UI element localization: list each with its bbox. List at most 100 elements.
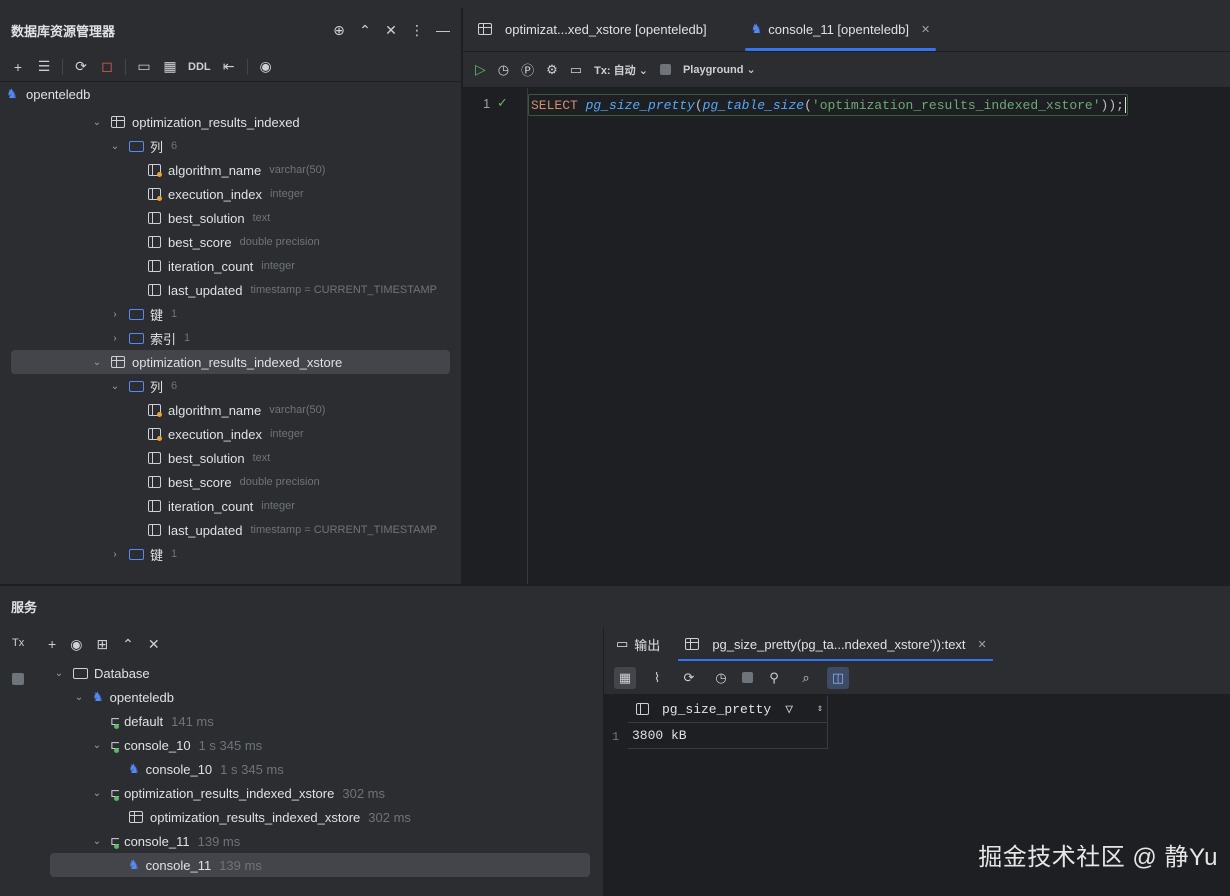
tree-session[interactable]: ⌄ ⊏ optimization_results_indexed_xstore … — [90, 781, 385, 805]
tree-column[interactable]: algorithm_name varchar(50) — [146, 398, 325, 422]
chevron-down-icon[interactable]: ⌄ — [108, 141, 122, 152]
table-view-icon[interactable]: ▦ — [162, 58, 178, 75]
column-name: best_score — [168, 474, 232, 490]
column-header[interactable]: pg_size_pretty ▽ ⇕ — [628, 696, 828, 723]
data-source-icon[interactable]: ☰ — [36, 58, 52, 75]
chart-view-icon[interactable]: ⌇ — [646, 667, 668, 689]
chevron-right-icon[interactable]: › — [108, 309, 122, 320]
tx-mode-dropdown[interactable]: Tx: 自动 ⌄ — [594, 62, 648, 78]
console-icon[interactable]: ▭ — [136, 58, 152, 75]
sql-punctuation: )); — [1100, 97, 1124, 113]
chevron-down-icon[interactable]: ⌄ — [90, 740, 104, 751]
chevron-right-icon[interactable]: › — [108, 333, 122, 344]
tab-label: optimizat...xed_xstore [openteledb] — [505, 21, 707, 37]
run-icon[interactable]: ▷ — [475, 61, 486, 78]
tab-label: pg_size_pretty(pg_ta...ndexed_xstore')):… — [712, 636, 966, 652]
refresh-icon[interactable]: ⟳ — [678, 667, 700, 689]
column-icon — [147, 236, 161, 248]
tree-database[interactable]: ⌄ Database — [52, 661, 150, 685]
tree-connection[interactable]: ⌄ ♞ openteledb — [72, 685, 174, 709]
tree-column[interactable]: execution_index integer — [146, 182, 304, 206]
minimize-icon[interactable]: — — [436, 22, 450, 38]
add-icon[interactable]: + — [10, 59, 26, 75]
target-icon[interactable]: ⊕ — [332, 22, 346, 39]
sort-icon[interactable]: ⇕ — [817, 703, 823, 715]
tree-folder-columns[interactable]: ⌄ 列 6 — [108, 134, 177, 158]
explorer-title: 数据库资源管理器 — [11, 23, 116, 39]
tree-folder-keys[interactable]: › 键 1 — [108, 542, 177, 566]
tree-table-optimization-results-indexed-xstore[interactable]: ⌄ optimization_results_indexed_xstore — [11, 350, 450, 374]
tree-column[interactable]: best_solution text — [146, 446, 270, 470]
tree-column[interactable]: best_score double precision — [146, 470, 320, 494]
collapse-all-icon[interactable]: ✕ — [148, 636, 160, 653]
expand-all-icon[interactable]: ⌃ — [122, 636, 134, 653]
gear-icon[interactable]: ⚙ — [546, 62, 558, 78]
grid-view-icon[interactable]: ▦ — [614, 666, 636, 689]
filter-icon[interactable]: ▽ — [785, 702, 793, 717]
stop-icon[interactable] — [659, 64, 671, 75]
chevron-right-icon[interactable]: › — [108, 549, 122, 560]
stop-icon[interactable] — [12, 673, 24, 685]
tree-table-optimization-results-indexed[interactable]: ⌄ optimization_results_indexed — [90, 110, 300, 134]
ddl-button[interactable]: DDL — [188, 61, 211, 73]
history-icon[interactable]: ◷ — [498, 62, 509, 78]
tree-table[interactable]: optimization_results_indexed_xstore 302 … — [128, 805, 411, 829]
tree-session[interactable]: ⌄ ⊏ console_11 139 ms — [90, 829, 240, 853]
column-icon — [147, 524, 161, 536]
tab-optimization-xstore[interactable]: optimizat...xed_xstore [openteledb] — [463, 7, 721, 51]
tree-console-selected[interactable]: ♞ console_11 139 ms — [50, 853, 590, 877]
expand-all-icon[interactable]: ⌃ — [358, 22, 372, 39]
tree-folder-indexes[interactable]: › 索引 1 — [108, 326, 190, 350]
sql-code-line[interactable]: SELECT pg_size_pretty(pg_table_size('opt… — [528, 94, 1128, 116]
tree-column[interactable]: best_solution text — [146, 206, 270, 230]
toolbar-separator — [62, 58, 63, 75]
tree-column[interactable]: iteration_count integer — [146, 494, 295, 518]
chevron-down-icon[interactable]: ⌄ — [90, 117, 104, 128]
duration: 1 s 345 ms — [220, 761, 284, 777]
tree-label: console_11 — [145, 857, 212, 873]
eye-icon[interactable]: ◉ — [258, 58, 274, 75]
tree-column[interactable]: last_updated timestamp = CURRENT_TIMESTA… — [146, 278, 437, 302]
chevron-down-icon[interactable]: ⌄ — [90, 357, 104, 368]
column-name: algorithm_name — [168, 402, 262, 418]
eye-icon[interactable]: ◉ — [70, 636, 82, 653]
history-icon[interactable]: ◷ — [710, 667, 732, 689]
tab-console-11[interactable]: ♞ console_11 [openteledb] ✕ — [737, 7, 945, 51]
tx-badge[interactable]: Tx — [12, 637, 24, 649]
chevron-down-icon[interactable]: ⌄ — [108, 381, 122, 392]
more-options-icon[interactable]: ⋮ — [410, 22, 424, 39]
tree-root-openteledb[interactable]: ♞ openteledb — [4, 82, 90, 106]
tree-folder-columns[interactable]: ⌄ 列 6 — [108, 374, 177, 398]
jump-icon[interactable]: ⇤ — [221, 58, 237, 75]
add-icon[interactable]: + — [48, 636, 56, 652]
refresh-icon[interactable]: ⟳ — [73, 58, 89, 75]
tree-column[interactable]: algorithm_name varchar(50) — [146, 158, 325, 182]
chevron-down-icon[interactable]: ⌄ — [52, 668, 66, 679]
tab-output[interactable]: ▭ 输出 — [604, 627, 672, 661]
collapse-all-icon[interactable]: ✕ — [384, 22, 398, 39]
tree-column[interactable]: execution_index integer — [146, 422, 304, 446]
compare-icon[interactable]: ◫ — [827, 666, 849, 689]
table-cell[interactable]: 3800 kB — [628, 723, 828, 749]
tree-console[interactable]: ♞ console_10 1 s 345 ms — [128, 757, 284, 781]
tree-session[interactable]: ⌄ ⊏ console_10 1 s 345 ms — [90, 733, 262, 757]
chevron-down-icon[interactable]: ⌄ — [72, 692, 86, 703]
explain-icon[interactable]: Ⓟ — [521, 60, 534, 79]
tree-column[interactable]: best_score double precision — [146, 230, 320, 254]
new-session-icon[interactable]: ⊞ — [96, 636, 108, 653]
tree-session[interactable]: ⊏ default 141 ms — [110, 709, 214, 733]
close-icon[interactable]: ✕ — [978, 638, 987, 651]
tree-folder-keys[interactable]: › 键 1 — [108, 302, 177, 326]
tab-result[interactable]: pg_size_pretty(pg_ta...ndexed_xstore')):… — [672, 627, 998, 661]
tree-column[interactable]: iteration_count integer — [146, 254, 295, 278]
stop-icon[interactable] — [742, 672, 753, 683]
tree-column[interactable]: last_updated timestamp = CURRENT_TIMESTA… — [146, 518, 437, 542]
chevron-down-icon[interactable]: ⌄ — [90, 836, 104, 847]
chevron-down-icon[interactable]: ⌄ — [90, 788, 104, 799]
layout-icon[interactable]: ▭ — [570, 62, 582, 78]
close-icon[interactable]: ✕ — [921, 23, 930, 36]
disconnect-icon[interactable]: ◻ — [99, 58, 115, 75]
search-icon[interactable]: ⌕ — [795, 667, 817, 689]
playground-dropdown[interactable]: Playground ⌄ — [683, 63, 756, 76]
pin-icon[interactable]: ⚲ — [763, 667, 785, 689]
